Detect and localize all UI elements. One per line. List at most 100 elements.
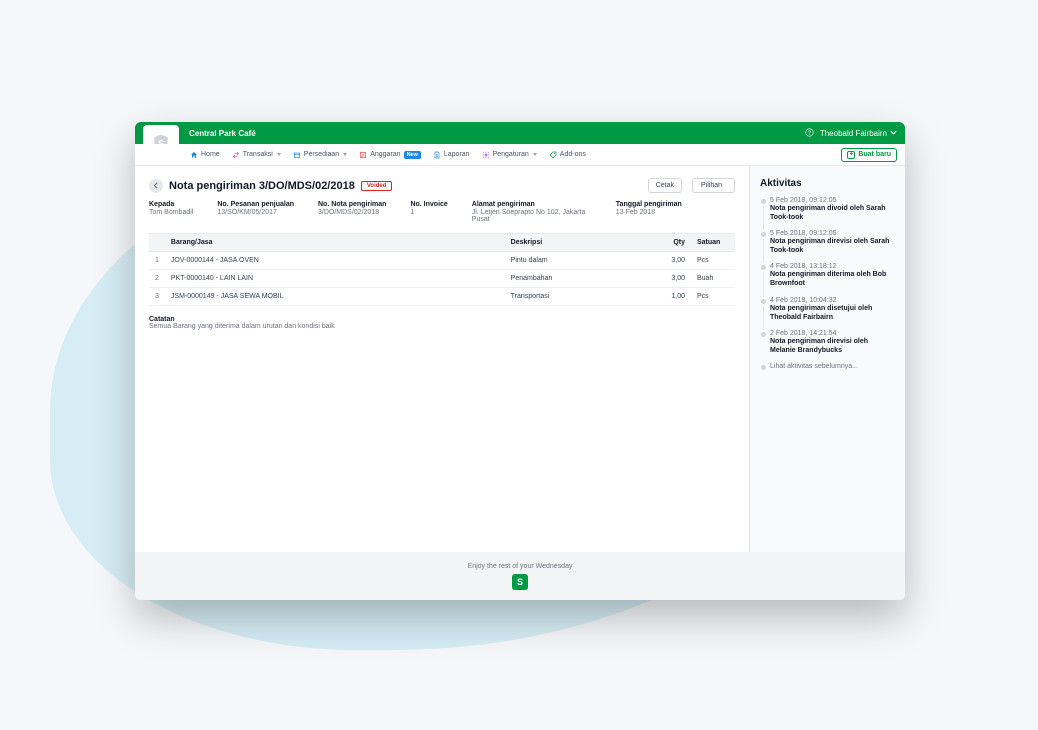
cell-desc: Transportasi [505, 288, 651, 306]
company-name: Central Park Café [189, 129, 256, 138]
cell-item: PKT-0000140 - LAIN LAIN [165, 270, 505, 288]
activity-sidebar: Aktivitas 5 Feb 2018, 09:12:05Nota pengi… [749, 166, 905, 552]
nav-addons[interactable]: Add-ons [544, 148, 591, 162]
cell-item: JOV-0000144 - JASA OVEN [165, 252, 505, 270]
notes-title: Catatan [149, 316, 735, 323]
meta-row: Kepada Tom Bombadil No. Pesanan penjuala… [149, 201, 735, 223]
nav-anggaran[interactable]: Anggaran New [354, 148, 426, 162]
nav-transaksi-label: Transaksi [243, 151, 273, 158]
meta-value: Jl. Letjen Soeprapto No 102, Jakarta Pus… [472, 209, 592, 223]
create-new-button[interactable]: + Buat baru [841, 148, 897, 162]
footer: Enjoy the rest of your Wednesday S [135, 552, 905, 600]
svg-text:?: ? [808, 130, 811, 136]
main-nav: Home Transaksi Persediaan Anggaran New [135, 144, 905, 166]
nav-laporan[interactable]: Laporan [428, 148, 475, 162]
nav-transaksi[interactable]: Transaksi [227, 148, 286, 162]
nav-persediaan-label: Persediaan [304, 151, 339, 158]
cell-qty: 1,00 [651, 288, 691, 306]
notes-content: Semua Barang yang diterima dalam urutan … [149, 323, 735, 330]
activity-text: Nota pengiriman direvisi oleh Sarah Took… [770, 238, 889, 254]
activity-text: Nota pengiriman divoid oleh Sarah Took-t… [770, 205, 886, 221]
activity-time: 4 Feb 2018, 13:18:12 [770, 263, 895, 270]
meta-so: No. Pesanan penjualan 13/SO/KM/05/2017 [217, 201, 294, 223]
activity-time: 5 Feb 2018, 09:12:05 [770, 230, 895, 237]
user-caret-icon [890, 129, 897, 138]
notes-section: Catatan Semua Barang yang diterima dalam… [149, 316, 735, 330]
user-name[interactable]: Theobald Fairbairn [820, 129, 887, 138]
th-qty: Qty [651, 234, 691, 252]
app-window: S Central Park Café ? Theobald Fairbairn… [135, 122, 905, 600]
status-badge: Voided [361, 181, 393, 191]
options-select-label: Pilihan [701, 182, 722, 189]
activity-time: 2 Feb 2018, 14:21:54 [770, 330, 895, 337]
activity-text: Nota pengiriman direvisi oleh Melanie Br… [770, 338, 868, 354]
options-select[interactable]: Pilihan [692, 178, 735, 193]
plus-icon: + [847, 151, 855, 159]
nav-home-label: Home [201, 151, 220, 158]
footer-text: Enjoy the rest of your Wednesday [468, 563, 573, 570]
report-icon [433, 151, 441, 159]
activity-more-link[interactable]: Lihat aktivitas sebelumnya... [760, 363, 895, 370]
activity-item[interactable]: 2 Feb 2018, 14:21:54Nota pengiriman dire… [760, 330, 895, 355]
page-title-row: Nota pengiriman 3/DO/MDS/02/2018 Voided … [149, 178, 735, 193]
cell-desc: Penambahan [505, 270, 651, 288]
meta-value: 13/SO/KM/05/2017 [217, 209, 294, 216]
meta-label: No. Invoice [410, 201, 447, 208]
activity-item[interactable]: 4 Feb 2018, 10:04:32Nota pengiriman dise… [760, 297, 895, 322]
cell-index: 3 [149, 288, 165, 306]
meta-inv: No. Invoice 1 [410, 201, 447, 223]
th-desc: Deskripsi [505, 234, 651, 252]
th-item: Barang/Jasa [165, 234, 505, 252]
meta-do: No. Nota pengiriman 3/DO/MDS/02/2018 [318, 201, 386, 223]
tag-icon [549, 151, 557, 159]
table-row[interactable]: 3JSM-0000149 - JASA SEWA MOBILTransporta… [149, 288, 735, 306]
meta-value: Tom Bombadil [149, 209, 193, 216]
nav-anggaran-label: Anggaran [370, 151, 400, 158]
cell-index: 2 [149, 270, 165, 288]
meta-value: 3/DO/MDS/02/2018 [318, 209, 386, 216]
home-icon [190, 151, 198, 159]
back-button[interactable] [149, 179, 163, 193]
box-icon [293, 151, 301, 159]
new-badge: New [404, 151, 421, 159]
meta-date: Tanggal pengiriman 13 Feb 2018 [616, 201, 682, 223]
gear-icon [482, 151, 490, 159]
footer-logo: S [512, 574, 528, 590]
cell-qty: 3,00 [651, 270, 691, 288]
chevron-left-icon [153, 182, 160, 189]
meta-label: No. Pesanan penjualan [217, 201, 294, 208]
activity-text: Nota pengiriman diterima oleh Bob Brownf… [770, 271, 886, 287]
chevron-down-icon [343, 153, 347, 156]
activity-item[interactable]: 5 Feb 2018, 09:12:05Nota pengiriman divo… [760, 197, 895, 222]
cell-unit: Pcs [691, 288, 735, 306]
page-title: Nota pengiriman 3/DO/MDS/02/2018 [169, 180, 355, 192]
cell-qty: 3,00 [651, 252, 691, 270]
table-row[interactable]: 2PKT-0000140 - LAIN LAINPenambahan3,00Bu… [149, 270, 735, 288]
meta-kepada: Kepada Tom Bombadil [149, 201, 193, 223]
nav-addons-label: Add-ons [560, 151, 586, 158]
activity-item[interactable]: 4 Feb 2018, 13:18:12Nota pengiriman dite… [760, 263, 895, 288]
meta-label: Tanggal pengiriman [616, 201, 682, 208]
main-panel: Nota pengiriman 3/DO/MDS/02/2018 Voided … [135, 166, 749, 552]
meta-value: 1 [410, 209, 447, 216]
table-header-row: Barang/Jasa Deskripsi Qty Satuan [149, 234, 735, 252]
cell-unit: Buah [691, 270, 735, 288]
table-row[interactable]: 1JOV-0000144 - JASA OVENPintu dalam3,00P… [149, 252, 735, 270]
nav-persediaan[interactable]: Persediaan [288, 148, 352, 162]
chevron-down-icon [533, 153, 537, 156]
cell-desc: Pintu dalam [505, 252, 651, 270]
meta-address: Alamat pengiriman Jl. Letjen Soeprapto N… [472, 201, 592, 223]
nav-home[interactable]: Home [185, 148, 225, 162]
nav-pengaturan[interactable]: Pengaturan [477, 148, 542, 162]
meta-value: 13 Feb 2018 [616, 209, 682, 216]
budget-icon [359, 151, 367, 159]
activity-title: Aktivitas [760, 178, 895, 189]
help-icon[interactable]: ? [805, 128, 814, 139]
meta-label: No. Nota pengiriman [318, 201, 386, 208]
cell-unit: Pcs [691, 252, 735, 270]
activity-time: 4 Feb 2018, 10:04:32 [770, 297, 895, 304]
chevron-down-icon [277, 153, 281, 156]
print-button[interactable]: Cetak [648, 178, 682, 193]
meta-label: Kepada [149, 201, 193, 208]
activity-item[interactable]: 5 Feb 2018, 09:12:05Nota pengiriman dire… [760, 230, 895, 255]
